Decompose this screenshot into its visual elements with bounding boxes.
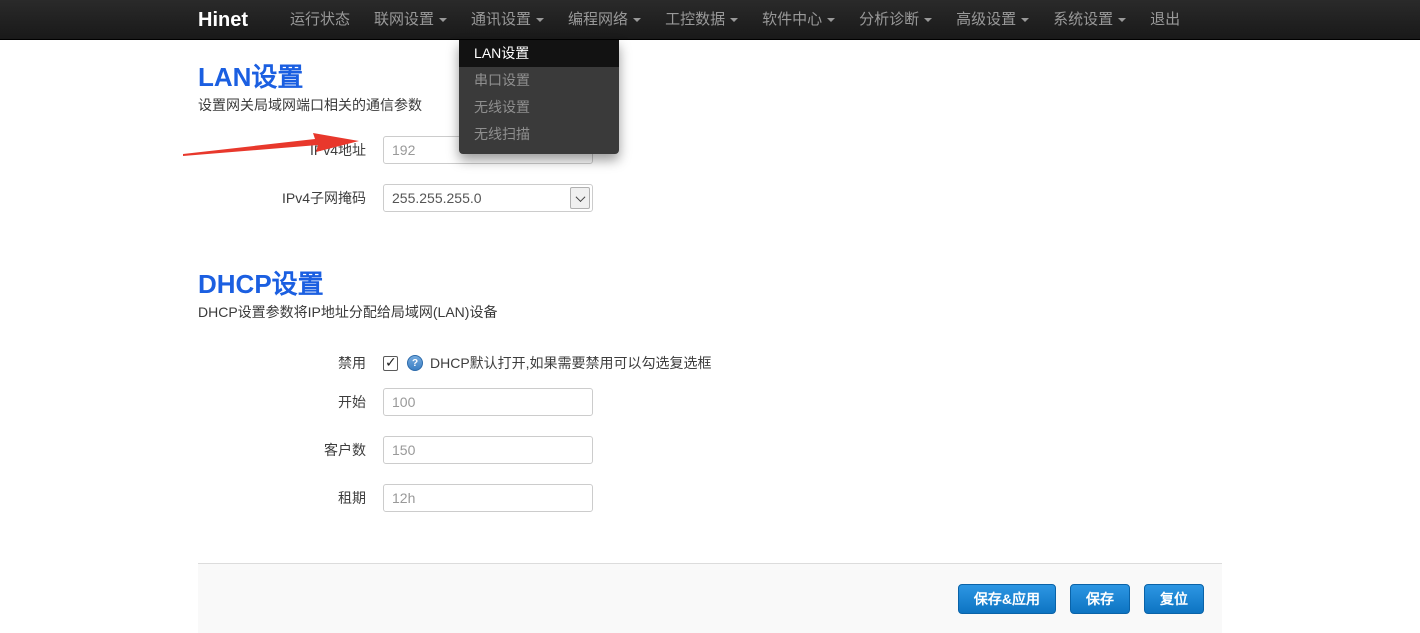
form-row-ipv4-address: IPv4地址: [198, 136, 1222, 164]
checkmark-icon: ✓: [385, 354, 397, 371]
nav-item-programming-network[interactable]: 编程网络: [556, 0, 653, 40]
top-navbar: Hinet 运行状态 联网设置 通讯设置 LAN设置 串口设置 无线设置 无线扫…: [0, 0, 1420, 40]
nav-item-label: 软件中心: [762, 0, 822, 40]
lan-section-title: LAN设置: [198, 40, 1222, 92]
comm-settings-dropdown: LAN设置 串口设置 无线设置 无线扫描: [459, 40, 619, 154]
save-apply-button[interactable]: 保存&应用: [958, 584, 1056, 614]
nav-item-industrial-data[interactable]: 工控数据: [653, 0, 750, 40]
reset-button[interactable]: 复位: [1144, 584, 1204, 614]
caret-down-icon: [439, 18, 447, 22]
ipv4-netmask-select[interactable]: 255.255.255.0: [383, 184, 593, 212]
footer-action-bar: 保存&应用 保存 复位: [198, 563, 1222, 633]
main-content: LAN设置 设置网关局域网端口相关的通信参数 IPv4地址 IPv4子网掩码 2…: [198, 40, 1222, 633]
caret-down-icon: [633, 18, 641, 22]
dropdown-item-wireless-settings[interactable]: 无线设置: [459, 94, 619, 121]
save-button[interactable]: 保存: [1070, 584, 1130, 614]
dhcp-lease-input[interactable]: [383, 484, 593, 512]
ipv4-netmask-selected-value: 255.255.255.0: [392, 190, 482, 206]
select-dropdown-button[interactable]: [570, 187, 590, 209]
chevron-down-icon: [575, 192, 585, 202]
nav-item-label: 编程网络: [568, 0, 628, 40]
nav-item-label: 联网设置: [374, 0, 434, 40]
nav-item-label: 分析诊断: [859, 0, 919, 40]
dhcp-section-title: DHCP设置: [198, 232, 1222, 299]
caret-down-icon: [730, 18, 738, 22]
help-icon[interactable]: ?: [407, 355, 423, 371]
caret-down-icon: [924, 18, 932, 22]
dhcp-lease-label: 租期: [198, 488, 383, 508]
nav-item-system-settings[interactable]: 系统设置: [1041, 0, 1138, 40]
dhcp-disable-help-text: DHCP默认打开,如果需要禁用可以勾选复选框: [430, 353, 712, 373]
nav-item-label: 退出: [1150, 0, 1180, 40]
form-row-ipv4-netmask: IPv4子网掩码 255.255.255.0: [198, 184, 1222, 212]
nav-item-label: 系统设置: [1053, 0, 1113, 40]
dhcp-disable-checkbox[interactable]: ✓: [383, 356, 398, 371]
nav-item-software-center[interactable]: 软件中心: [750, 0, 847, 40]
dropdown-item-wireless-scan[interactable]: 无线扫描: [459, 121, 619, 148]
nav-item-run-status[interactable]: 运行状态: [278, 0, 362, 40]
nav-item-advanced-settings[interactable]: 高级设置: [944, 0, 1041, 40]
nav-item-label: 工控数据: [665, 0, 725, 40]
nav-item-logout[interactable]: 退出: [1138, 0, 1192, 40]
nav-item-network-settings[interactable]: 联网设置: [362, 0, 459, 40]
dhcp-clients-input[interactable]: [383, 436, 593, 464]
dhcp-section-description: DHCP设置参数将IP地址分配给局域网(LAN)设备: [198, 304, 1222, 321]
form-row-dhcp-clients: 客户数: [198, 436, 1222, 464]
dhcp-clients-label: 客户数: [198, 440, 383, 460]
dhcp-start-label: 开始: [198, 392, 383, 412]
form-row-dhcp-disable: 禁用 ✓ ? DHCP默认打开,如果需要禁用可以勾选复选框: [198, 349, 1222, 377]
ipv4-netmask-label: IPv4子网掩码: [198, 188, 383, 208]
caret-down-icon: [827, 18, 835, 22]
nav-item-label: 高级设置: [956, 0, 1016, 40]
navbar-inner: Hinet 运行状态 联网设置 通讯设置 LAN设置 串口设置 无线设置 无线扫…: [198, 0, 1222, 40]
dropdown-item-lan-settings[interactable]: LAN设置: [459, 40, 619, 67]
form-row-dhcp-lease: 租期: [198, 484, 1222, 512]
nav-item-label: 通讯设置: [471, 0, 531, 40]
dhcp-disable-label: 禁用: [198, 353, 383, 373]
dhcp-start-input[interactable]: [383, 388, 593, 416]
dropdown-item-serial-settings[interactable]: 串口设置: [459, 67, 619, 94]
ipv4-address-label: IPv4地址: [198, 140, 383, 160]
nav-item-comm-settings[interactable]: 通讯设置 LAN设置 串口设置 无线设置 无线扫描: [459, 0, 556, 40]
form-row-dhcp-start: 开始: [198, 388, 1222, 416]
caret-down-icon: [1118, 18, 1126, 22]
caret-down-icon: [1021, 18, 1029, 22]
caret-down-icon: [536, 18, 544, 22]
brand-logo[interactable]: Hinet: [198, 9, 248, 32]
nav-item-label: 运行状态: [290, 0, 350, 40]
nav-item-diagnostics[interactable]: 分析诊断: [847, 0, 944, 40]
lan-section-description: 设置网关局域网端口相关的通信参数: [198, 97, 1222, 114]
